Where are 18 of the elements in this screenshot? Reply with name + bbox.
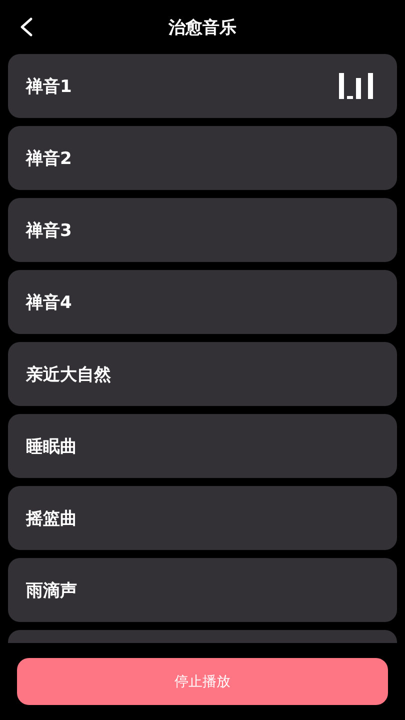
equalizer-icon [339, 73, 375, 99]
track-item[interactable]: 睡眠曲 [8, 414, 397, 478]
track-item[interactable]: 禅音3 [8, 198, 397, 262]
track-item[interactable]: 摇篮曲 [8, 486, 397, 550]
track-name: 禅音4 [26, 292, 72, 314]
track-item[interactable]: 雨滴声 [8, 558, 397, 622]
track-item[interactable]: 禅音2 [8, 126, 397, 190]
track-name: 摇篮曲 [26, 508, 77, 530]
track-name: 禅音3 [26, 220, 72, 242]
track-name: 雨滴声 [26, 580, 77, 602]
track-item[interactable]: 禅音4 [8, 270, 397, 334]
track-name: 睡眠曲 [26, 436, 77, 458]
page-title: 治愈音乐 [168, 16, 236, 38]
track-name: 禅音1 [26, 76, 72, 98]
track-name: 禅音2 [26, 148, 72, 170]
track-item[interactable]: 禅音1 [8, 54, 397, 118]
track-item[interactable]: 亲近大自然 [8, 342, 397, 406]
track-name: 亲近大自然 [26, 364, 111, 386]
